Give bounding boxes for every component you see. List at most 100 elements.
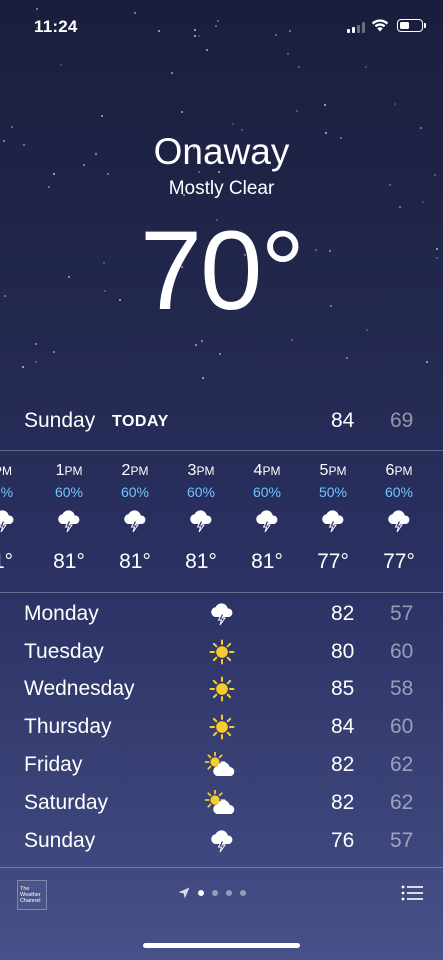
star bbox=[34, 342, 37, 345]
star bbox=[195, 344, 198, 347]
list-icon[interactable] bbox=[401, 885, 423, 901]
star bbox=[287, 53, 290, 56]
star bbox=[232, 122, 235, 125]
day-high-temp: 82 bbox=[331, 753, 355, 776]
day-low-temp: 57 bbox=[390, 602, 414, 625]
hourly-forecast-scroll[interactable]: PM 0% 1° 1PM 60% 81° 2PM 60% 81° 3PM 60% 81° 4PM 60% 8… bbox=[0, 452, 443, 592]
hour-time: 5PM bbox=[303, 462, 363, 480]
day-high-temp: 76 bbox=[331, 829, 355, 852]
precip-chance: 0% bbox=[0, 484, 14, 500]
status-time: 11:24 bbox=[34, 17, 78, 36]
star bbox=[60, 64, 63, 67]
precip-chance: 60% bbox=[186, 484, 216, 500]
star bbox=[420, 126, 423, 129]
star bbox=[200, 340, 203, 343]
hour-temp: 1° bbox=[0, 550, 14, 573]
star bbox=[180, 110, 183, 113]
thunderstorm-icon bbox=[205, 826, 239, 856]
battery-icon bbox=[397, 19, 426, 32]
hourly-item: 1PM 60% 81° bbox=[39, 452, 99, 574]
precip-chance: 60% bbox=[252, 484, 282, 500]
day-high-temp: 84 bbox=[331, 715, 355, 738]
star bbox=[295, 109, 298, 112]
star bbox=[346, 356, 349, 359]
bottom-toolbar: The Weather Channel bbox=[0, 868, 443, 918]
hour-meridiem: PM bbox=[0, 464, 12, 478]
page-dot[interactable] bbox=[198, 890, 204, 896]
precip-chance: 60% bbox=[384, 484, 414, 500]
page-dot[interactable] bbox=[240, 890, 246, 896]
hour-time: 3PM bbox=[171, 462, 231, 480]
star bbox=[398, 205, 401, 208]
thunderstorm-icon bbox=[303, 506, 363, 536]
day-name: Tuesday bbox=[24, 640, 104, 663]
city-name: Onaway bbox=[153, 131, 290, 172]
hourly-item: 6PM 60% 77° bbox=[369, 452, 429, 574]
page-indicator[interactable] bbox=[178, 887, 246, 899]
current-location-arrow-icon bbox=[178, 887, 190, 899]
day-low-temp: 62 bbox=[390, 753, 414, 776]
day-name: Saturday bbox=[24, 791, 109, 814]
page-dot[interactable] bbox=[226, 890, 232, 896]
divider-bottom bbox=[0, 592, 443, 593]
today-day-name: Sunday bbox=[24, 409, 96, 432]
hour-meridiem: PM bbox=[130, 464, 149, 478]
weather-channel-logo[interactable]: The Weather Channel bbox=[17, 880, 47, 910]
hour-meridiem: PM bbox=[328, 464, 347, 478]
day-name: Wednesday bbox=[24, 677, 135, 700]
star bbox=[10, 126, 13, 129]
thunderstorm-icon bbox=[369, 506, 429, 536]
star bbox=[290, 339, 293, 342]
star bbox=[426, 361, 429, 364]
hourly-item: 4PM 60% 81° bbox=[237, 452, 297, 574]
hour-time: PM bbox=[0, 462, 33, 480]
day-high-temp: 82 bbox=[331, 791, 355, 814]
hour-time: 4PM bbox=[237, 462, 297, 480]
star bbox=[422, 200, 425, 203]
thunderstorm-icon bbox=[205, 599, 239, 629]
page-dot[interactable] bbox=[212, 890, 218, 896]
thunderstorm-icon bbox=[237, 506, 297, 536]
star bbox=[35, 361, 38, 364]
day-low-temp: 60 bbox=[390, 640, 414, 663]
daily-row: Wednesday 85 58 bbox=[0, 672, 443, 710]
hour-temp: 81° bbox=[119, 550, 151, 573]
thunderstorm-icon bbox=[39, 506, 99, 536]
daily-row: Sunday 76 57 bbox=[0, 824, 443, 862]
star bbox=[394, 103, 397, 106]
day-low-temp: 58 bbox=[390, 677, 414, 700]
daily-row: Thursday 84 60 bbox=[0, 710, 443, 748]
partly-cloudy-icon bbox=[205, 750, 239, 780]
star bbox=[365, 65, 368, 68]
thunderstorm-icon bbox=[171, 506, 231, 536]
star bbox=[365, 328, 368, 331]
partly-cloudy-icon bbox=[205, 788, 239, 818]
hour-temp: 77° bbox=[317, 550, 349, 573]
precip-chance: 50% bbox=[318, 484, 348, 500]
hourly-item: 5PM 50% 77° bbox=[303, 452, 363, 574]
star bbox=[297, 65, 300, 68]
hour-time: 6PM bbox=[369, 462, 429, 480]
current-condition: Mostly Clear bbox=[168, 178, 275, 199]
hour-meridiem: PM bbox=[262, 464, 281, 478]
star bbox=[324, 104, 327, 107]
star bbox=[171, 71, 174, 74]
hour-meridiem: PM bbox=[64, 464, 83, 478]
star bbox=[219, 353, 222, 356]
hour-meridiem: PM bbox=[196, 464, 215, 478]
hour-temp: 81° bbox=[185, 550, 217, 573]
day-high-temp: 80 bbox=[331, 640, 355, 663]
hourly-item: 2PM 60% 81° bbox=[105, 452, 165, 574]
sun-icon bbox=[205, 712, 239, 742]
home-indicator[interactable] bbox=[143, 943, 300, 948]
today-high-temp: 84 bbox=[331, 409, 355, 432]
sun-icon bbox=[205, 674, 239, 704]
hour-time: 1PM bbox=[39, 462, 99, 480]
daily-row: Friday 82 62 bbox=[0, 748, 443, 786]
hour-temp: 81° bbox=[53, 550, 85, 573]
day-name: Thursday bbox=[24, 715, 112, 738]
precip-chance: 60% bbox=[120, 484, 150, 500]
hourly-item: 3PM 60% 81° bbox=[171, 452, 231, 574]
current-temperature: 70° bbox=[139, 208, 305, 333]
star bbox=[107, 172, 110, 175]
